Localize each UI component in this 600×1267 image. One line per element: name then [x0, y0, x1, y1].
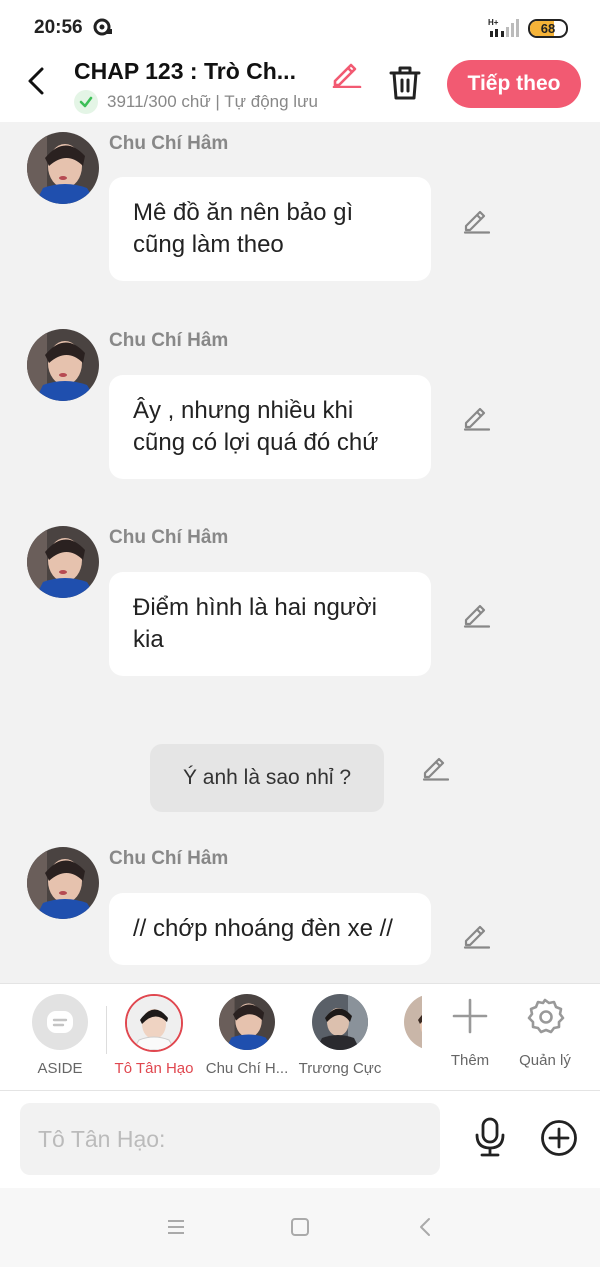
microphone-icon[interactable] — [472, 1117, 508, 1157]
aside-icon — [32, 994, 88, 1050]
narration-bubble[interactable]: Ý anh là sao nhỉ ? — [150, 744, 384, 812]
message-input[interactable] — [20, 1103, 440, 1175]
network-type: H+ — [488, 18, 499, 27]
add-character-button[interactable]: Thêm — [432, 996, 508, 1069]
sender-name: Chu Chí Hâm — [109, 527, 229, 548]
next-button[interactable]: Tiếp theo — [447, 60, 581, 108]
character-chu-chi-ham[interactable]: Chu Chí H... — [200, 994, 294, 1077]
chapter-title[interactable]: CHAP 123 : Trò Ch... — [74, 58, 320, 85]
message-bubble[interactable]: Điểm hình là hai người kia — [109, 572, 431, 676]
editor-header: CHAP 123 : Trò Ch... 3911/300 chữ | Tự đ… — [0, 56, 600, 122]
status-time: 20:56 — [34, 17, 83, 38]
add-content-icon[interactable] — [540, 1119, 578, 1157]
home-icon[interactable] — [289, 1216, 311, 1238]
edit-narration-icon[interactable] — [421, 753, 449, 781]
character-name: Tô Tân Hạo — [114, 1060, 194, 1077]
sender-name: Chu Chí Hâm — [109, 330, 229, 351]
composer — [0, 1091, 600, 1188]
sync-icon — [93, 18, 112, 36]
edit-message-icon[interactable] — [462, 921, 490, 949]
save-status-text: 3911/300 chữ | Tự động lưu — [107, 92, 318, 111]
battery-icon: 68 — [528, 19, 568, 38]
gear-icon — [527, 998, 565, 1034]
signal-icon: H+ — [488, 18, 519, 37]
character-name: Tả — [385, 1060, 422, 1077]
message-bubble[interactable]: Ây , nhưng nhiều khi cũng có lợi quá đó … — [109, 375, 431, 479]
avatar — [404, 994, 422, 1050]
message-bubble[interactable]: // chớp nhoáng đèn xe // — [109, 893, 431, 965]
avatar[interactable] — [27, 847, 99, 919]
character-name: Chu Chí H... — [205, 1060, 289, 1077]
avatar[interactable] — [27, 132, 99, 204]
save-status: 3911/300 chữ | Tự động lưu — [74, 89, 318, 115]
edit-message-icon[interactable] — [462, 206, 490, 234]
system-nav-bar — [0, 1188, 600, 1267]
message-bubble[interactable]: Mê đồ ăn nên bảo gì cũng làm theo — [109, 177, 431, 281]
character-truong-cuc[interactable]: Trương Cực — [293, 994, 387, 1077]
avatar[interactable] — [27, 526, 99, 598]
battery-level: 68 — [540, 21, 556, 36]
trash-icon[interactable] — [387, 64, 423, 102]
character-name: ASIDE — [37, 1060, 83, 1077]
back-button[interactable] — [22, 66, 52, 96]
character-ta[interactable]: Tả — [385, 994, 422, 1077]
avatar[interactable] — [27, 329, 99, 401]
avatar — [312, 994, 368, 1050]
edit-message-icon[interactable] — [462, 403, 490, 431]
check-icon — [74, 90, 98, 114]
avatar — [219, 994, 275, 1050]
character-bar: ASIDE Tô Tân Hạo Chu Chí H... Trương Cực — [0, 983, 600, 1091]
add-label: Thêm — [450, 1052, 490, 1069]
avatar — [125, 994, 183, 1052]
manage-characters-button[interactable]: Quản lý — [507, 996, 583, 1069]
character-aside[interactable]: ASIDE — [13, 994, 107, 1077]
status-bar: 20:56 H+ 68 — [0, 0, 600, 56]
edit-title-icon[interactable] — [330, 58, 362, 88]
character-name: Trương Cực — [298, 1060, 382, 1077]
sender-name: Chu Chí Hâm — [109, 848, 229, 869]
plus-icon — [452, 998, 488, 1034]
back-nav-icon[interactable] — [415, 1216, 437, 1238]
menu-icon[interactable] — [165, 1216, 187, 1238]
edit-message-icon[interactable] — [462, 600, 490, 628]
sender-name: Chu Chí Hâm — [109, 133, 229, 154]
manage-label: Quản lý — [519, 1052, 571, 1069]
character-to-tan-hao[interactable]: Tô Tân Hạo — [107, 994, 201, 1077]
chat-area[interactable]: Chu Chí Hâm Mê đồ ăn nên bảo gì cũng làm… — [0, 122, 600, 983]
character-list[interactable]: ASIDE Tô Tân Hạo Chu Chí H... Trương Cực — [0, 984, 422, 1092]
